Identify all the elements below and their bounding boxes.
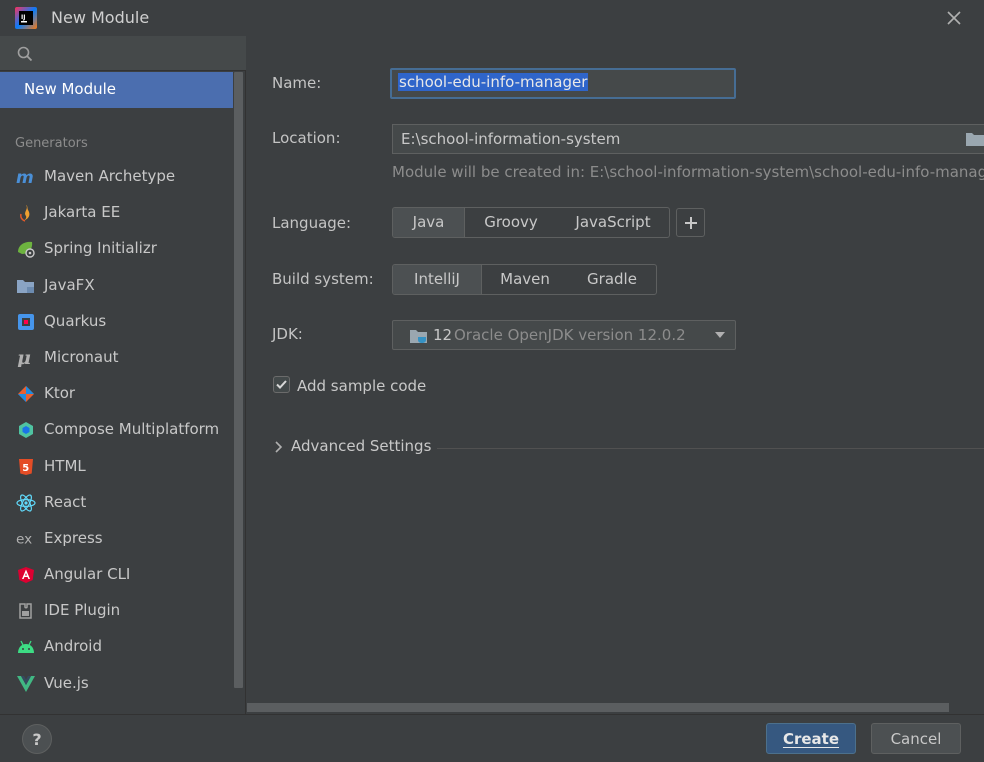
sidebar-item-new-module[interactable]: New Module [0,72,233,108]
name-label: Name: [272,74,322,92]
add-sample-code-checkbox[interactable] [273,376,290,393]
express-icon: ex [16,529,36,549]
jdk-dropdown[interactable]: 12 Oracle OpenJDK version 12.0.2 [392,320,736,350]
build-system-selector: IntelliJ Maven Gradle [392,264,657,295]
sidebar-item-vue-js[interactable]: Vue.js [0,666,233,702]
location-label: Location: [272,129,341,147]
module-name-field[interactable]: school-edu-info-manager [390,68,736,99]
create-label: Create [782,730,840,748]
sidebar-item-compose-multiplatform[interactable]: Compose Multiplatform [0,412,233,448]
search-icon [17,46,33,62]
close-icon[interactable] [944,8,964,28]
svg-text:5: 5 [22,463,29,474]
add-sample-code-label: Add sample code [297,377,427,395]
ide-plugin-icon [16,601,36,621]
advanced-settings-toggle[interactable]: Advanced Settings [291,437,431,455]
svg-text:μ: μ [17,349,31,367]
sidebar-item-react[interactable]: React [0,485,233,521]
svg-text:IJ: IJ [21,14,25,21]
cancel-button[interactable]: Cancel [871,723,961,754]
language-option-groovy[interactable]: Groovy [465,208,557,237]
search-input[interactable] [0,36,246,71]
language-selector: Java Groovy JavaScript [392,207,670,238]
horizontal-scrollbar[interactable] [247,703,949,712]
sidebar-scrollbar[interactable] [234,72,243,688]
svg-text:ex: ex [16,531,32,546]
language-option-java[interactable]: Java [393,208,465,237]
generator-list: m Maven Archetype Jakarta EE Spring Init… [0,159,233,702]
intellij-logo-icon: IJ [15,7,37,29]
sidebar-item-html[interactable]: 5 HTML [0,449,233,485]
build-option-maven[interactable]: Maven [482,265,568,294]
language-option-javascript[interactable]: JavaScript [557,208,669,237]
build-option-intellij[interactable]: IntelliJ [393,265,482,294]
add-language-button[interactable] [676,208,705,237]
sidebar-item-android[interactable]: Android [0,629,233,665]
sidebar-item-micronaut[interactable]: μ Micronaut [0,340,233,376]
location-field[interactable]: E:\school-information-system [392,124,984,154]
dialog-footer: ? Create Cancel [0,714,984,762]
jakarta-ee-icon [16,203,36,223]
ktor-icon [16,384,36,404]
sidebar-item-label: New Module [24,80,117,98]
html5-icon: 5 [16,457,36,477]
react-icon [16,493,36,513]
title-bar: IJ New Module [0,0,984,36]
sidebar-item-jakarta-ee[interactable]: Jakarta EE [0,195,233,231]
sidebar-item-ide-plugin[interactable]: IDE Plugin [0,593,233,629]
micronaut-icon: μ [16,348,36,368]
jdk-label: JDK: [272,325,303,343]
angular-icon [16,565,36,585]
jdk-version: 12 [433,326,453,344]
create-button[interactable]: Create [766,723,856,754]
quarkus-icon [16,312,36,332]
sidebar-item-express[interactable]: ex Express [0,521,233,557]
build-system-label: Build system: [272,270,374,288]
maven-icon: m [16,167,36,187]
language-label: Language: [272,214,352,232]
jdk-name: Oracle OpenJDK version 12.0.2 [454,326,686,344]
help-button[interactable]: ? [22,724,52,754]
chevron-right-icon[interactable] [273,440,285,454]
jdk-folder-icon [410,330,427,343]
sidebar-item-maven-archetype[interactable]: m Maven Archetype [0,159,233,195]
browse-folder-icon[interactable] [965,130,984,148]
build-option-gradle[interactable]: Gradle [568,265,656,294]
sidebar-item-javafx[interactable]: JavaFX [0,268,233,304]
sidebar-item-quarkus[interactable]: Quarkus [0,304,233,340]
module-name-value: school-edu-info-manager [398,73,589,91]
window-title: New Module [51,8,150,27]
sidebar: New Module Generators m Maven Archetype … [0,36,246,714]
divider [437,448,984,449]
sidebar-item-angular-cli[interactable]: Angular CLI [0,557,233,593]
svg-text:m: m [16,169,34,185]
plus-icon [684,216,697,229]
android-icon [16,637,36,657]
module-settings-panel: Name: school-edu-info-manager Location: … [247,36,984,714]
location-hint: Module will be created in: E:\school-inf… [392,163,984,181]
sidebar-item-spring-initializr[interactable]: Spring Initializr [0,231,233,267]
javafx-folder-icon [16,276,36,296]
spring-icon [16,239,36,259]
vue-icon [16,674,36,694]
chevron-down-icon [715,332,725,338]
generators-heading: Generators [15,136,88,151]
compose-icon [16,420,36,440]
checkmark-icon [276,380,287,389]
sidebar-item-ktor[interactable]: Ktor [0,376,233,412]
